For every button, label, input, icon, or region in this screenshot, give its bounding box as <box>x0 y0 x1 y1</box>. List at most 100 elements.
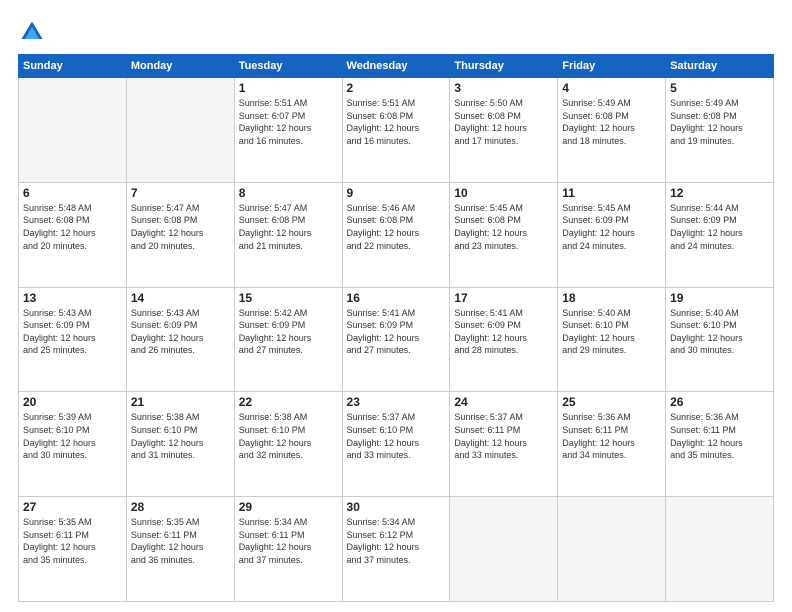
calendar-cell: 4 Sunrise: 5:49 AM Sunset: 6:08 PM Daylig… <box>558 78 666 183</box>
day-number: 14 <box>131 291 230 305</box>
day-info: Sunrise: 5:46 AM Sunset: 6:08 PM Dayligh… <box>347 202 446 252</box>
day-number: 18 <box>562 291 661 305</box>
day-number: 15 <box>239 291 338 305</box>
day-info: Sunrise: 5:41 AM Sunset: 6:09 PM Dayligh… <box>347 307 446 357</box>
calendar-cell: 8 Sunrise: 5:47 AM Sunset: 6:08 PM Daylig… <box>234 182 342 287</box>
day-number: 6 <box>23 186 122 200</box>
day-number: 29 <box>239 500 338 514</box>
day-info: Sunrise: 5:34 AM Sunset: 6:12 PM Dayligh… <box>347 516 446 566</box>
calendar-cell: 22 Sunrise: 5:38 AM Sunset: 6:10 PM Dayli… <box>234 392 342 497</box>
day-info: Sunrise: 5:42 AM Sunset: 6:09 PM Dayligh… <box>239 307 338 357</box>
day-info: Sunrise: 5:35 AM Sunset: 6:11 PM Dayligh… <box>131 516 230 566</box>
day-number: 28 <box>131 500 230 514</box>
calendar-table: SundayMondayTuesdayWednesdayThursdayFrid… <box>18 54 774 602</box>
calendar-cell: 30 Sunrise: 5:34 AM Sunset: 6:12 PM Dayli… <box>342 497 450 602</box>
logo <box>18 18 50 46</box>
calendar-cell: 12 Sunrise: 5:44 AM Sunset: 6:09 PM Dayli… <box>666 182 774 287</box>
day-number: 19 <box>670 291 769 305</box>
header <box>18 18 774 46</box>
calendar-cell <box>558 497 666 602</box>
calendar-cell: 9Sunrise: 5:46 AM Sunset: 6:08 PM Daylig… <box>342 182 450 287</box>
day-number: 24 <box>454 395 553 409</box>
week-row-5: 27 Sunrise: 5:35 AM Sunset: 6:11 PM Dayli… <box>19 497 774 602</box>
day-number: 30 <box>347 500 446 514</box>
calendar-cell: 1Sunrise: 5:51 AM Sunset: 6:07 PM Daylig… <box>234 78 342 183</box>
calendar-cell: 13 Sunrise: 5:43 AM Sunset: 6:09 PM Dayli… <box>19 287 127 392</box>
calendar-cell <box>666 497 774 602</box>
day-info: Sunrise: 5:38 AM Sunset: 6:10 PM Dayligh… <box>131 411 230 461</box>
day-info: Sunrise: 5:41 AM Sunset: 6:09 PM Dayligh… <box>454 307 553 357</box>
day-info: Sunrise: 5:36 AM Sunset: 6:11 PM Dayligh… <box>670 411 769 461</box>
day-info: Sunrise: 5:40 AM Sunset: 6:10 PM Dayligh… <box>670 307 769 357</box>
day-number: 4 <box>562 81 661 95</box>
calendar-cell: 26 Sunrise: 5:36 AM Sunset: 6:11 PM Dayli… <box>666 392 774 497</box>
calendar-cell: 27 Sunrise: 5:35 AM Sunset: 6:11 PM Dayli… <box>19 497 127 602</box>
calendar-cell: 29 Sunrise: 5:34 AM Sunset: 6:11 PM Dayli… <box>234 497 342 602</box>
calendar-cell <box>19 78 127 183</box>
day-info: Sunrise: 5:40 AM Sunset: 6:10 PM Dayligh… <box>562 307 661 357</box>
calendar-cell: 25 Sunrise: 5:36 AM Sunset: 6:11 PM Dayli… <box>558 392 666 497</box>
day-number: 27 <box>23 500 122 514</box>
calendar-cell: 17 Sunrise: 5:41 AM Sunset: 6:09 PM Dayli… <box>450 287 558 392</box>
calendar-cell: 18 Sunrise: 5:40 AM Sunset: 6:10 PM Dayli… <box>558 287 666 392</box>
day-info: Sunrise: 5:39 AM Sunset: 6:10 PM Dayligh… <box>23 411 122 461</box>
calendar-cell: 7Sunrise: 5:47 AM Sunset: 6:08 PM Daylig… <box>126 182 234 287</box>
day-number: 10 <box>454 186 553 200</box>
calendar-cell: 28 Sunrise: 5:35 AM Sunset: 6:11 PM Dayli… <box>126 497 234 602</box>
calendar-header-row: SundayMondayTuesdayWednesdayThursdayFrid… <box>19 55 774 78</box>
calendar-header-saturday: Saturday <box>666 55 774 78</box>
calendar-header-thursday: Thursday <box>450 55 558 78</box>
week-row-1: 1Sunrise: 5:51 AM Sunset: 6:07 PM Daylig… <box>19 78 774 183</box>
calendar-cell: 19 Sunrise: 5:40 AM Sunset: 6:10 PM Dayli… <box>666 287 774 392</box>
day-info: Sunrise: 5:47 AM Sunset: 6:08 PM Dayligh… <box>239 202 338 252</box>
day-number: 26 <box>670 395 769 409</box>
day-number: 8 <box>239 186 338 200</box>
day-info: Sunrise: 5:37 AM Sunset: 6:11 PM Dayligh… <box>454 411 553 461</box>
day-number: 25 <box>562 395 661 409</box>
week-row-4: 20 Sunrise: 5:39 AM Sunset: 6:10 PM Dayli… <box>19 392 774 497</box>
day-number: 23 <box>347 395 446 409</box>
day-number: 12 <box>670 186 769 200</box>
day-number: 22 <box>239 395 338 409</box>
day-info: Sunrise: 5:44 AM Sunset: 6:09 PM Dayligh… <box>670 202 769 252</box>
day-number: 17 <box>454 291 553 305</box>
day-info: Sunrise: 5:35 AM Sunset: 6:11 PM Dayligh… <box>23 516 122 566</box>
day-number: 20 <box>23 395 122 409</box>
calendar-cell: 3 Sunrise: 5:50 AM Sunset: 6:08 PM Daylig… <box>450 78 558 183</box>
day-number: 5 <box>670 81 769 95</box>
day-number: 16 <box>347 291 446 305</box>
day-info: Sunrise: 5:43 AM Sunset: 6:09 PM Dayligh… <box>23 307 122 357</box>
calendar-header-sunday: Sunday <box>19 55 127 78</box>
day-info: Sunrise: 5:49 AM Sunset: 6:08 PM Dayligh… <box>670 97 769 147</box>
week-row-2: 6Sunrise: 5:48 AM Sunset: 6:08 PM Daylig… <box>19 182 774 287</box>
calendar-cell: 16 Sunrise: 5:41 AM Sunset: 6:09 PM Dayli… <box>342 287 450 392</box>
week-row-3: 13 Sunrise: 5:43 AM Sunset: 6:09 PM Dayli… <box>19 287 774 392</box>
calendar-cell: 10 Sunrise: 5:45 AM Sunset: 6:08 PM Dayli… <box>450 182 558 287</box>
calendar-header-tuesday: Tuesday <box>234 55 342 78</box>
day-info: Sunrise: 5:37 AM Sunset: 6:10 PM Dayligh… <box>347 411 446 461</box>
calendar-cell: 24 Sunrise: 5:37 AM Sunset: 6:11 PM Dayli… <box>450 392 558 497</box>
calendar-header-monday: Monday <box>126 55 234 78</box>
day-number: 2 <box>347 81 446 95</box>
day-info: Sunrise: 5:38 AM Sunset: 6:10 PM Dayligh… <box>239 411 338 461</box>
day-number: 7 <box>131 186 230 200</box>
calendar-cell <box>126 78 234 183</box>
day-number: 13 <box>23 291 122 305</box>
calendar-cell <box>450 497 558 602</box>
day-info: Sunrise: 5:36 AM Sunset: 6:11 PM Dayligh… <box>562 411 661 461</box>
day-info: Sunrise: 5:50 AM Sunset: 6:08 PM Dayligh… <box>454 97 553 147</box>
day-info: Sunrise: 5:49 AM Sunset: 6:08 PM Dayligh… <box>562 97 661 147</box>
calendar-cell: 23 Sunrise: 5:37 AM Sunset: 6:10 PM Dayli… <box>342 392 450 497</box>
calendar-cell: 5 Sunrise: 5:49 AM Sunset: 6:08 PM Daylig… <box>666 78 774 183</box>
day-info: Sunrise: 5:34 AM Sunset: 6:11 PM Dayligh… <box>239 516 338 566</box>
calendar-cell: 2 Sunrise: 5:51 AM Sunset: 6:08 PM Daylig… <box>342 78 450 183</box>
calendar-header-friday: Friday <box>558 55 666 78</box>
day-info: Sunrise: 5:45 AM Sunset: 6:08 PM Dayligh… <box>454 202 553 252</box>
day-number: 3 <box>454 81 553 95</box>
calendar-header-wednesday: Wednesday <box>342 55 450 78</box>
day-info: Sunrise: 5:45 AM Sunset: 6:09 PM Dayligh… <box>562 202 661 252</box>
day-info: Sunrise: 5:51 AM Sunset: 6:07 PM Dayligh… <box>239 97 338 147</box>
page: SundayMondayTuesdayWednesdayThursdayFrid… <box>0 0 792 612</box>
day-number: 11 <box>562 186 661 200</box>
day-info: Sunrise: 5:51 AM Sunset: 6:08 PM Dayligh… <box>347 97 446 147</box>
